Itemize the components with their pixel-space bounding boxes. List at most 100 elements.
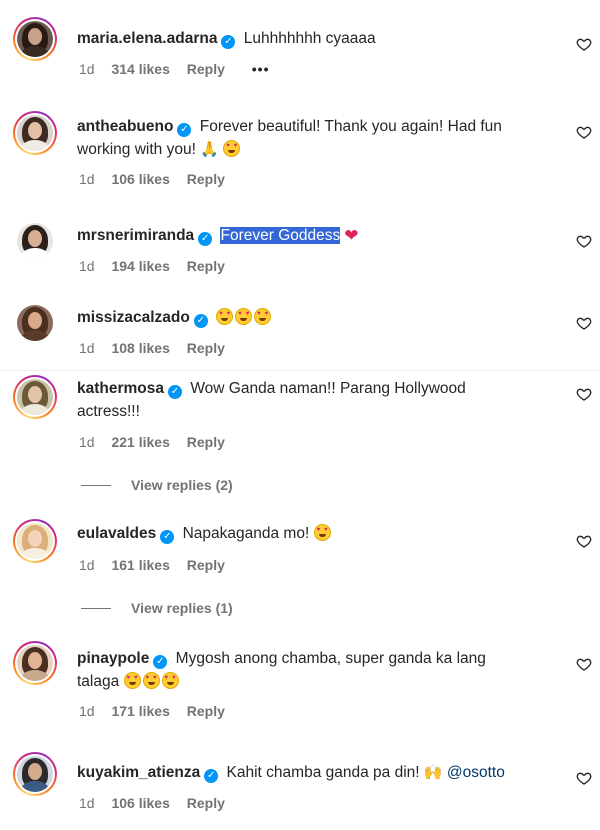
username-link[interactable]: eulavaldes: [77, 525, 156, 542]
heart-eyes-emoji-icon: [235, 308, 253, 325]
likes-count[interactable]: 171 likes: [111, 703, 169, 719]
avatar[interactable]: [13, 219, 57, 263]
username-link[interactable]: kuyakim_atienza: [77, 764, 200, 781]
likes-count[interactable]: 106 likes: [111, 795, 169, 811]
comment-time: 1d: [79, 795, 95, 811]
comment-meta: 1d 171 likes Reply: [79, 703, 238, 719]
divider: [0, 370, 600, 371]
username-link[interactable]: maria.elena.adarna: [77, 30, 217, 47]
heart-eyes-emoji-icon: [313, 524, 331, 541]
comment-time: 1d: [79, 703, 95, 719]
username-link[interactable]: mrsnerimiranda: [77, 227, 194, 244]
divider: [81, 608, 111, 609]
heart-outline-icon[interactable]: [576, 386, 592, 402]
likes-count[interactable]: 314 likes: [111, 61, 169, 77]
username-link[interactable]: missizacalzado: [77, 309, 190, 326]
verified-badge-icon: ✓: [168, 385, 183, 399]
heart-outline-icon[interactable]: [576, 315, 592, 331]
heart-eyes-emoji-icon: [161, 672, 179, 689]
raising-hands-emoji-icon: 🙌: [423, 764, 443, 781]
comment-body: Kahit chamba ganda pa din!: [226, 764, 420, 781]
comment-time: 1d: [79, 340, 95, 356]
username-link[interactable]: pinaypole: [77, 650, 149, 667]
heart-eyes-emoji-icon: [142, 672, 160, 689]
heart-outline-icon[interactable]: [576, 770, 592, 786]
comment-text: maria.elena.adarna ✓ Luhhhhhhh cyaaaa: [77, 28, 376, 50]
view-replies-button[interactable]: View replies (1): [81, 600, 233, 616]
likes-count[interactable]: 221 likes: [111, 434, 169, 450]
likes-count[interactable]: 108 likes: [111, 340, 169, 356]
reply-button[interactable]: Reply: [187, 340, 225, 356]
comment-text: pinaypole ✓ Mygosh anong chamba, super ga…: [77, 648, 486, 670]
username-link[interactable]: kathermosa: [77, 380, 164, 397]
heart-outline-icon[interactable]: [576, 36, 592, 52]
avatar[interactable]: [13, 301, 57, 345]
comment-body: Luhhhhhhh cyaaaa: [243, 30, 376, 47]
comment-text: kuyakim_atienza ✓ Kahit chamba ganda pa d…: [77, 762, 505, 784]
mention-link[interactable]: @osotto: [447, 764, 505, 781]
comment-body-line1: Forever beautiful! Thank you again! Had …: [199, 118, 502, 135]
verified-badge-icon: ✓: [204, 769, 219, 783]
likes-count[interactable]: 106 likes: [111, 171, 169, 187]
comment-time: 1d: [79, 171, 95, 187]
comment-body: Forever Goddess: [220, 227, 341, 244]
comment-meta: 1d 221 likes Reply: [79, 434, 238, 450]
reply-button[interactable]: Reply: [187, 171, 225, 187]
heart-eyes-emoji-icon: [123, 672, 141, 689]
comment-text: actress!!!: [77, 401, 140, 423]
comment-meta: 1d 314 likes Reply •••: [79, 61, 282, 77]
username-link[interactable]: antheabueno: [77, 118, 173, 135]
verified-badge-icon: ✓: [198, 232, 213, 246]
heart-outline-icon[interactable]: [576, 533, 592, 549]
comment-time: 1d: [79, 61, 95, 77]
avatar[interactable]: [13, 752, 57, 796]
comment-body-line2: talaga: [77, 673, 120, 690]
avatar[interactable]: [13, 17, 57, 61]
comment-time: 1d: [79, 434, 95, 450]
smiling-face-with-hearts-emoji-icon: [223, 140, 241, 157]
verified-badge-icon: ✓: [153, 655, 168, 669]
comment-body-line2: actress!!!: [77, 403, 140, 420]
heart-outline-icon[interactable]: [576, 656, 592, 672]
likes-count[interactable]: 161 likes: [111, 557, 169, 573]
verified-badge-icon: ✓: [177, 123, 192, 137]
folded-hands-emoji-icon: 🙏: [200, 141, 219, 158]
reply-button[interactable]: Reply: [187, 258, 225, 274]
avatar[interactable]: [13, 111, 57, 155]
comment-text: antheabueno ✓ Forever beautiful! Thank yo…: [77, 116, 502, 138]
comment-meta: 1d 106 likes Reply: [79, 795, 238, 811]
verified-badge-icon: ✓: [160, 530, 175, 544]
comment-meta: 1d 108 likes Reply: [79, 340, 238, 356]
reply-button[interactable]: Reply: [187, 434, 225, 450]
reply-button[interactable]: Reply: [187, 795, 225, 811]
comment-body: Napakaganda mo!: [182, 525, 310, 542]
comment-meta: 1d 106 likes Reply: [79, 171, 238, 187]
comment-text: missizacalzado ✓: [77, 307, 273, 329]
comment-time: 1d: [79, 557, 95, 573]
comment-text: talaga: [77, 671, 181, 693]
heart-eyes-emoji-icon: [216, 308, 234, 325]
comment-text: kathermosa ✓ Wow Ganda naman!! Parang Hol…: [77, 378, 466, 400]
avatar[interactable]: [13, 519, 57, 563]
avatar[interactable]: [13, 641, 57, 685]
view-replies-label: View replies (2): [131, 477, 233, 493]
verified-badge-icon: ✓: [193, 314, 208, 328]
reply-button[interactable]: Reply: [187, 61, 225, 77]
comment-body-line1: Wow Ganda naman!! Parang Hollywood: [190, 380, 466, 397]
comment-meta: 1d 161 likes Reply: [79, 557, 238, 573]
reply-button[interactable]: Reply: [187, 557, 225, 573]
comment-text: working with you! 🙏: [77, 139, 242, 161]
view-replies-button[interactable]: View replies (2): [81, 477, 233, 493]
comment-body-line1: Mygosh anong chamba, super ganda ka lang: [175, 650, 486, 667]
comment-body-line2: working with you!: [77, 141, 196, 158]
likes-count[interactable]: 194 likes: [111, 258, 169, 274]
more-options-button[interactable]: •••: [252, 61, 270, 77]
heart-outline-icon[interactable]: [576, 124, 592, 140]
avatar[interactable]: [13, 375, 57, 419]
view-replies-label: View replies (1): [131, 600, 233, 616]
divider: [81, 485, 111, 486]
heart-outline-icon[interactable]: [576, 233, 592, 249]
comment-meta: 1d 194 likes Reply: [79, 258, 238, 274]
heart-eyes-emoji-icon: [254, 308, 272, 325]
reply-button[interactable]: Reply: [187, 703, 225, 719]
